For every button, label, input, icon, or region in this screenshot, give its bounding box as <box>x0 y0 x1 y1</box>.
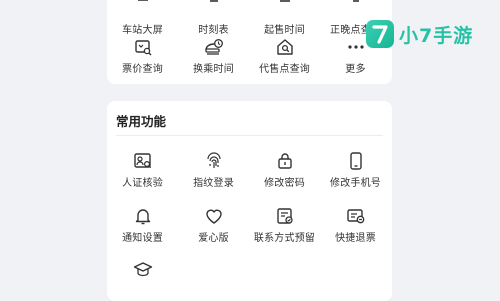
function-item-change-phone[interactable]: 修改手机号 <box>320 151 391 189</box>
function-item-fingerprint-login[interactable]: 指纹登录 <box>178 151 249 189</box>
function-item-quick-refund[interactable]: 快捷退票 <box>320 206 391 244</box>
grid-item-fare-query[interactable]: 票价查询 <box>107 37 178 75</box>
grid-item-label: 车站大屏 <box>122 25 163 36</box>
function-item-change-password[interactable]: 修改密码 <box>249 151 320 189</box>
function-item-label: 快捷退票 <box>335 233 376 244</box>
bell-icon <box>133 206 153 226</box>
function-item-education[interactable] <box>107 259 178 282</box>
function-item-label: 联系方式预留 <box>253 233 316 244</box>
quick-refund-icon <box>346 206 366 226</box>
grid-item-agency-query[interactable]: 代售点查询 <box>249 37 320 75</box>
delay-query-icon <box>346 0 366 18</box>
grid-item-label: 起售时间 <box>264 25 305 36</box>
tools-card: 车站大屏 时刻表 起售时间 正晚点查询 票价查询 换乘时间 代售点查询 更多 <box>107 0 392 84</box>
grid-item-sale-time[interactable]: 起售时间 <box>249 0 320 36</box>
heart-icon <box>204 206 224 226</box>
grid-item-label: 票价查询 <box>122 64 163 75</box>
grid-item-transfer-time[interactable]: 换乘时间 <box>178 37 249 75</box>
function-item-label: 通知设置 <box>122 233 163 244</box>
function-item-label: 修改手机号 <box>330 178 381 189</box>
contact-reserve-icon <box>275 206 295 226</box>
function-item-label: 修改密码 <box>264 178 305 189</box>
watermark: 小7手游 <box>366 20 496 48</box>
function-item-notification-settings[interactable]: 通知设置 <box>107 206 178 244</box>
fare-query-icon <box>133 37 153 57</box>
agency-query-icon <box>275 37 295 57</box>
watermark-logo-icon <box>366 20 394 48</box>
grid-item-label: 更多 <box>345 64 366 75</box>
section-title: 常用功能 <box>116 114 167 129</box>
id-verify-icon <box>133 151 153 171</box>
function-item-contact-reserve[interactable]: 联系方式预留 <box>249 206 320 244</box>
grid-item-label: 代售点查询 <box>259 64 310 75</box>
grid-item-timetable[interactable]: 时刻表 <box>178 0 249 36</box>
screen-icon <box>133 0 153 18</box>
sale-time-icon <box>275 0 295 18</box>
grid-item-label: 换乘时间 <box>193 64 234 75</box>
function-item-label: 指纹登录 <box>193 178 234 189</box>
more-icon <box>346 37 366 57</box>
lock-icon <box>275 151 295 171</box>
watermark-text: 小7手游 <box>399 25 474 47</box>
fingerprint-icon <box>204 151 224 171</box>
phone-icon <box>346 151 366 171</box>
grid-item-station-screen[interactable]: 车站大屏 <box>107 0 178 36</box>
function-item-label: 爱心版 <box>198 233 229 244</box>
function-item-id-verify[interactable]: 人证核验 <box>107 151 178 189</box>
divider <box>116 135 383 136</box>
common-functions-card: 常用功能 人证核验 指纹登录 修改密码 修改手机号 通知设置 爱心版 联系方式预… <box>107 101 392 301</box>
timetable-icon <box>204 0 224 18</box>
grid-item-label: 时刻表 <box>198 25 229 36</box>
function-item-care-version[interactable]: 爱心版 <box>178 206 249 244</box>
transfer-time-icon <box>204 37 224 57</box>
graduation-cap-icon <box>133 259 153 279</box>
function-item-label: 人证核验 <box>122 178 163 189</box>
